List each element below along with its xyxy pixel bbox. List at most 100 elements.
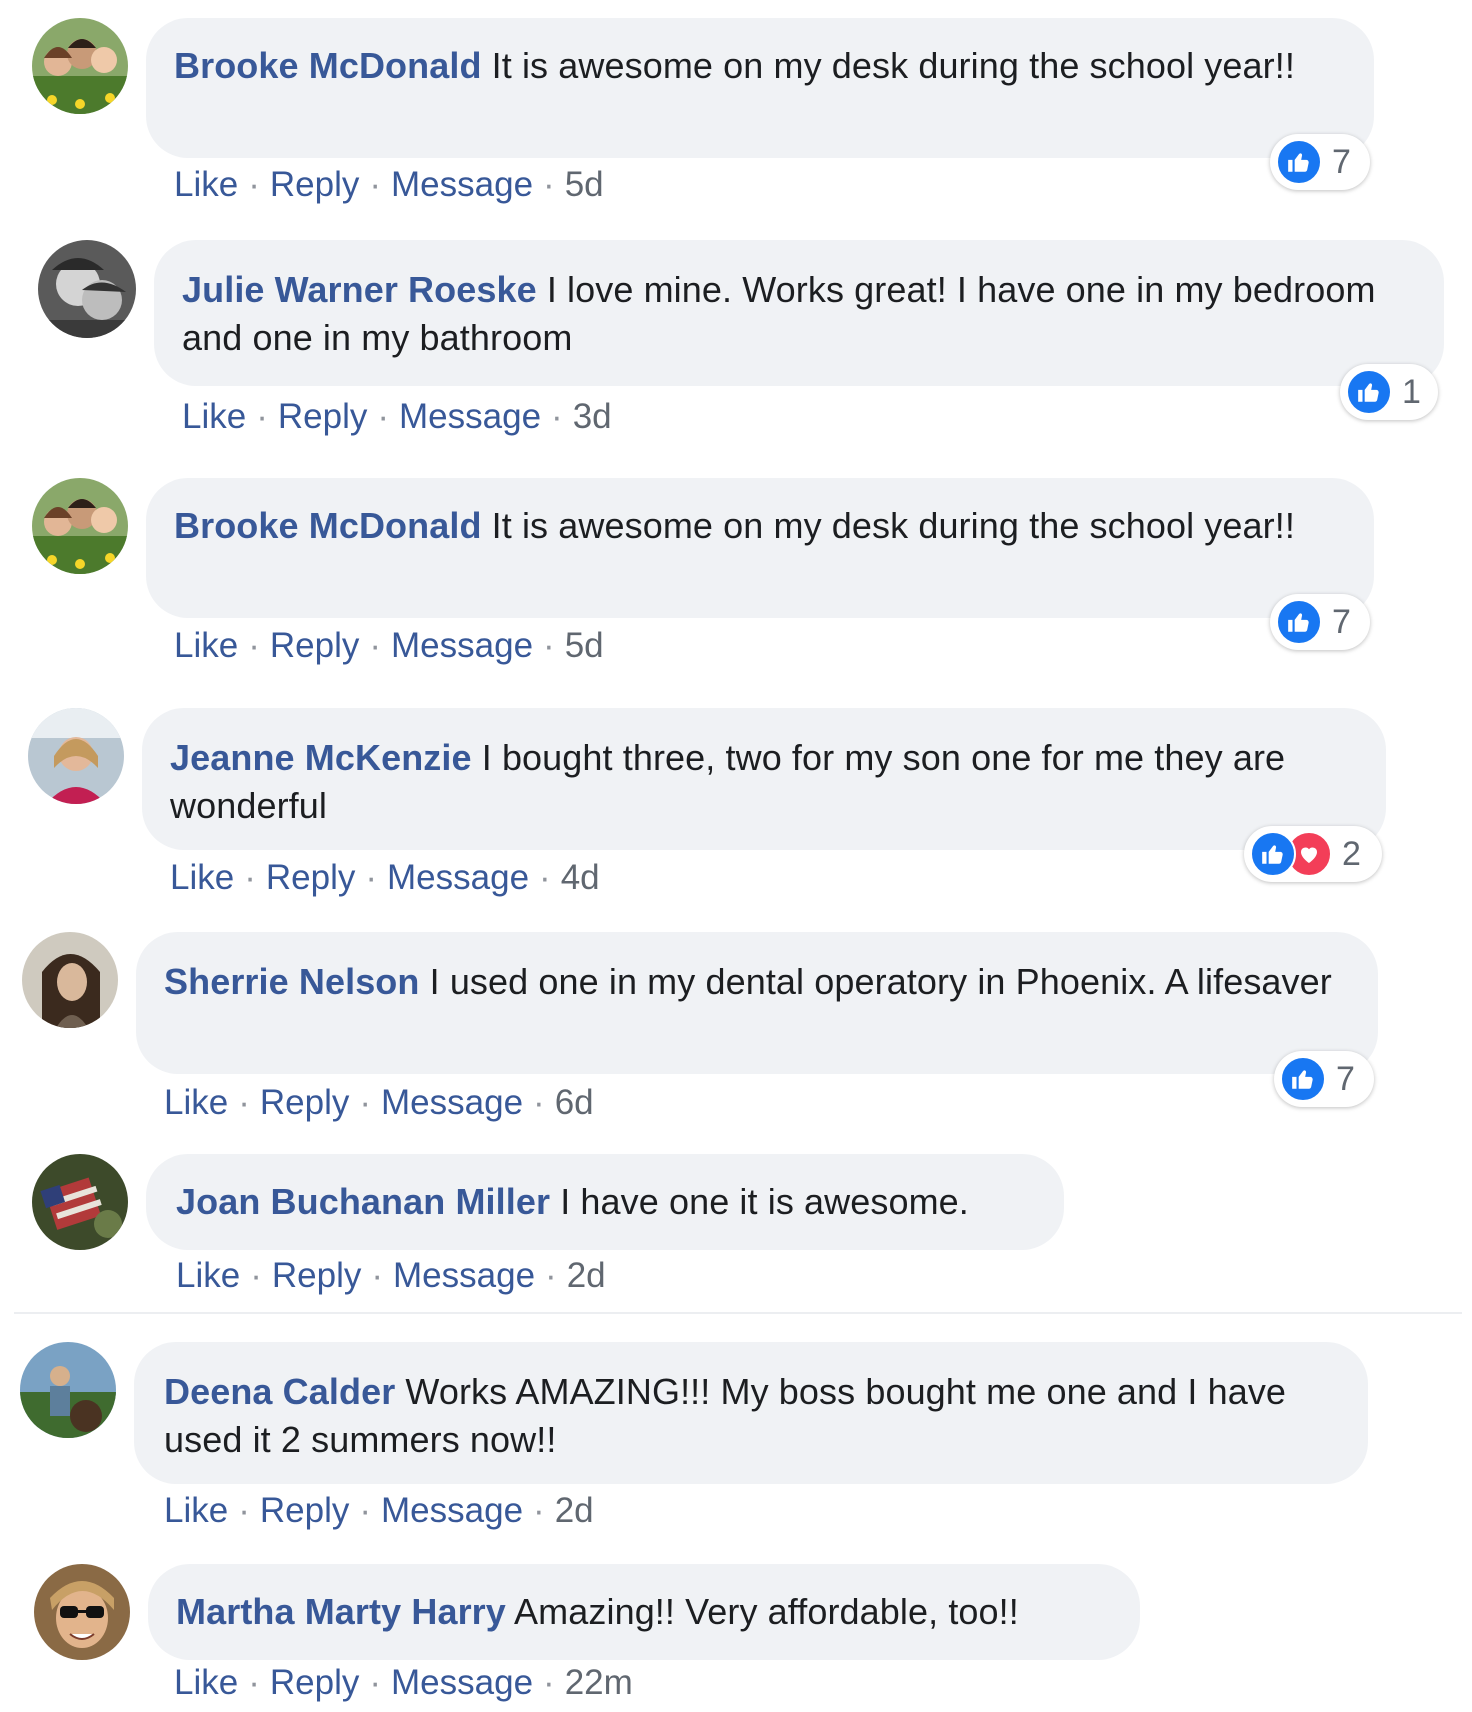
avatar-photo-icon [20, 1342, 116, 1438]
reaction-count: 7 [1332, 142, 1351, 181]
comment-timestamp[interactable]: 2d [555, 1491, 594, 1530]
comment-bubble: Sherrie Nelson I used one in my dental o… [136, 932, 1378, 1074]
separator: · [369, 165, 382, 204]
reply-button[interactable]: Reply [270, 1663, 359, 1702]
like-button[interactable]: Like [182, 397, 246, 436]
reaction-count: 7 [1332, 602, 1351, 641]
avatar-photo-icon [32, 478, 128, 574]
separator: · [248, 1663, 260, 1702]
comment-author-link[interactable]: Sherrie Nelson [164, 961, 420, 1002]
reply-button[interactable]: Reply [266, 858, 355, 897]
reply-button[interactable]: Reply [278, 397, 367, 436]
like-button[interactable]: Like [174, 626, 238, 665]
avatar-photo-icon [34, 1564, 130, 1660]
comment-bubble: Martha Marty Harry Amazing!! Very afford… [148, 1564, 1140, 1660]
avatar[interactable] [32, 478, 128, 574]
like-button[interactable]: Like [174, 165, 238, 204]
avatar[interactable] [32, 1154, 128, 1250]
reaction-count: 7 [1336, 1059, 1355, 1098]
separator: · [551, 397, 563, 436]
like-icon [1250, 831, 1296, 877]
comment-timestamp[interactable]: 5d [565, 626, 604, 665]
comment-text: Amazing!! Very affordable, too!! [514, 1591, 1019, 1632]
comment-actions: Like · Reply · Message · 5d [174, 165, 604, 205]
reaction-summary[interactable]: 7 [1270, 594, 1370, 650]
reply-button[interactable]: Reply [260, 1083, 349, 1122]
like-button[interactable]: Like [164, 1491, 228, 1530]
reply-button[interactable]: Reply [272, 1256, 361, 1295]
comment-actions: Like · Reply · Message · 22m [174, 1663, 633, 1703]
like-button[interactable]: Like [164, 1083, 228, 1122]
avatar[interactable] [28, 708, 124, 804]
comment-timestamp[interactable]: 3d [573, 397, 612, 436]
separator: · [250, 1256, 262, 1295]
comment-text: It is awesome on my desk during the scho… [491, 505, 1295, 546]
separator: · [543, 165, 555, 204]
separator: · [543, 626, 555, 665]
comment-author-link[interactable]: Jeanne McKenzie [170, 737, 472, 778]
separator: · [238, 1083, 250, 1122]
avatar[interactable] [32, 18, 128, 114]
comment-timestamp[interactable]: 6d [555, 1083, 594, 1122]
message-button[interactable]: Message [381, 1083, 523, 1122]
comment-actions: Like · Reply · Message · 5d [174, 626, 604, 666]
avatar[interactable] [20, 1342, 116, 1438]
comment-actions: Like · Reply · Message · 2d [164, 1491, 594, 1531]
separator: · [369, 626, 382, 665]
comment-actions: Like · Reply · Message · 4d [170, 858, 600, 898]
section-divider [14, 1312, 1462, 1314]
message-button[interactable]: Message [391, 1663, 533, 1702]
reply-button[interactable]: Reply [270, 165, 359, 204]
reply-button[interactable]: Reply [270, 626, 359, 665]
like-icon [1280, 1056, 1326, 1102]
comment-timestamp[interactable]: 2d [567, 1256, 606, 1295]
avatar[interactable] [34, 1564, 130, 1660]
comment-actions: Like · Reply · Message · 2d [176, 1256, 606, 1296]
avatar-photo-icon [32, 18, 128, 114]
reaction-summary[interactable]: 1 [1340, 364, 1438, 420]
comment-author-link[interactable]: Brooke McDonald [174, 505, 482, 546]
comment-author-link[interactable]: Deena Calder [164, 1371, 395, 1412]
comment-author-link[interactable]: Brooke McDonald [174, 45, 482, 86]
comment-author-link[interactable]: Julie Warner Roeske [182, 269, 537, 310]
avatar-photo-icon [32, 1154, 128, 1250]
reaction-summary[interactable]: 2 [1244, 826, 1382, 882]
comment-text: I used one in my dental operatory in Pho… [429, 961, 1332, 1002]
reply-button[interactable]: Reply [260, 1491, 349, 1530]
message-button[interactable]: Message [381, 1491, 523, 1530]
avatar-photo-icon [28, 708, 124, 804]
message-button[interactable]: Message [387, 858, 529, 897]
like-icon [1276, 139, 1322, 185]
comment-author-link[interactable]: Martha Marty Harry [176, 1591, 506, 1632]
comment-bubble: Joan Buchanan Miller I have one it is aw… [146, 1154, 1064, 1250]
comment-text: It is awesome on my desk during the scho… [491, 45, 1295, 86]
message-button[interactable]: Message [399, 397, 541, 436]
like-button[interactable]: Like [174, 1663, 238, 1702]
separator: · [256, 397, 268, 436]
comment-timestamp[interactable]: 22m [565, 1663, 633, 1702]
comment-actions: Like · Reply · Message · 6d [164, 1083, 594, 1123]
comment-timestamp[interactable]: 4d [561, 858, 600, 897]
message-button[interactable]: Message [393, 1256, 535, 1295]
message-button[interactable]: Message [391, 165, 533, 204]
like-button[interactable]: Like [170, 858, 234, 897]
separator: · [369, 1663, 382, 1702]
reaction-count: 2 [1342, 834, 1361, 873]
like-button[interactable]: Like [176, 1256, 240, 1295]
separator: · [244, 858, 256, 897]
separator: · [377, 397, 390, 436]
avatar[interactable] [38, 240, 136, 338]
comment-actions: Like · Reply · Message · 3d [182, 397, 612, 437]
avatar[interactable] [22, 932, 118, 1028]
reaction-summary[interactable]: 7 [1274, 1051, 1374, 1107]
comment-text: I have one it is awesome. [560, 1181, 969, 1222]
comment-timestamp[interactable]: 5d [565, 165, 604, 204]
comment-bubble: Deena Calder Works AMAZING!!! My boss bo… [134, 1342, 1368, 1484]
comment-author-link[interactable]: Joan Buchanan Miller [176, 1181, 550, 1222]
comment-bubble: Brooke McDonald It is awesome on my desk… [146, 18, 1374, 158]
separator: · [533, 1491, 545, 1530]
reaction-count: 1 [1402, 372, 1421, 411]
comment-bubble: Brooke McDonald It is awesome on my desk… [146, 478, 1374, 618]
message-button[interactable]: Message [391, 626, 533, 665]
reaction-summary[interactable]: 7 [1270, 134, 1370, 190]
